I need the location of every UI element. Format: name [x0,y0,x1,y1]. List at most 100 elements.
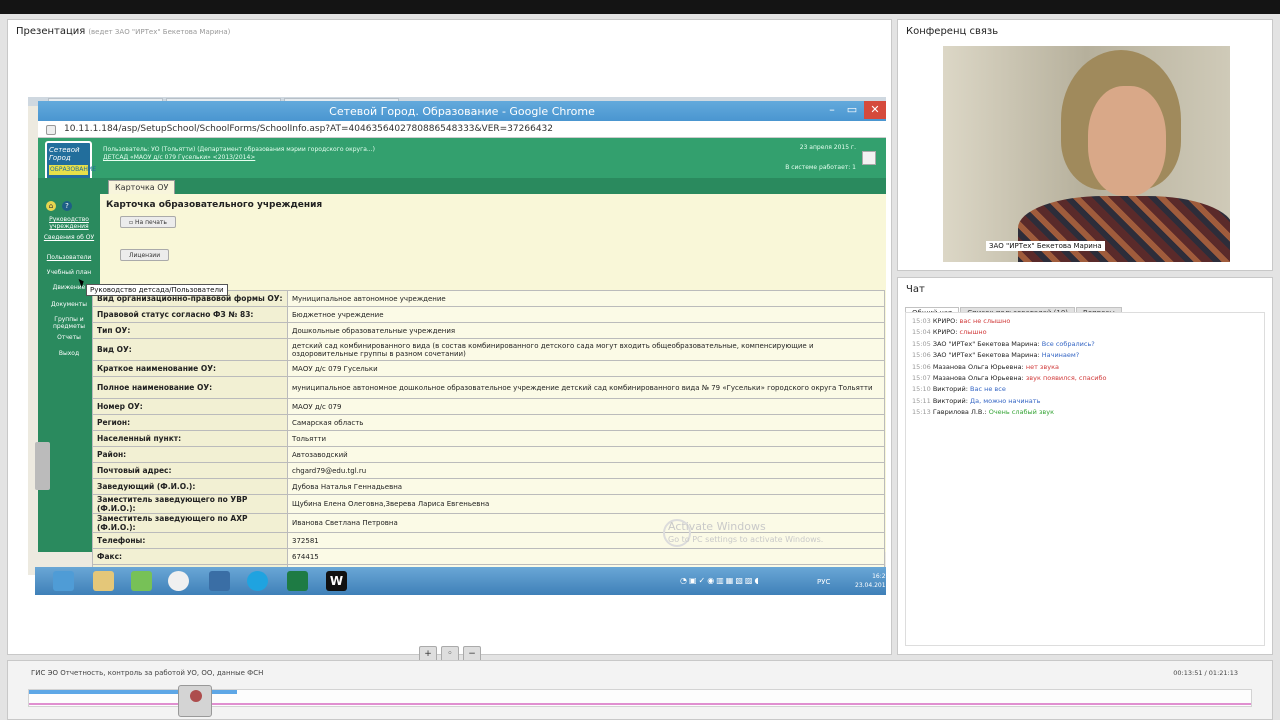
row-value: Тольятти [287,430,885,447]
org-link[interactable]: ДЕТСАД «МАОУ д/с 079 Гусельки» <2013/201… [103,154,255,161]
row-label: Заведующий (Ф.И.О.): [92,478,288,495]
message-time: 15:13 [912,408,931,417]
skype-icon[interactable] [247,571,268,591]
print-button-label: На печать [134,219,167,226]
row-label: Почтовый адрес: [92,462,288,479]
chat-tabs: Общий чатСписок пользователей (10)Вопрос… [905,300,1123,319]
online-count: В системе работает: 1 [785,164,856,171]
word-icon[interactable]: W [326,571,347,591]
chat-message: 15:04 КРИРО: слышно [906,327,1264,338]
clock-date: 23.04.2015 [855,582,890,589]
sidebar-item-management[interactable]: Руководство учреждения [40,216,98,230]
sidebar-item-reports[interactable]: Отчеты [40,334,98,341]
site-header: Сетевой Город ОБРАЗОВАНИЕ Пользователь: … [38,138,886,186]
table-row: Номер ОУ: МАОУ д/с 079 [92,398,885,415]
presentation-title-text: Презентация [16,26,86,37]
row-value: муниципальное автономное дошкольное обра… [287,376,885,399]
chat-message: 15:07 Мазанова Ольга Юрьевна: звук появи… [906,373,1264,384]
print-button[interactable]: ▫ На печать [120,216,176,228]
message-author: ЗАО "ИРТех" Бекетова Марина: [932,351,1040,360]
sidebar-item-documents[interactable]: Документы [40,301,98,308]
folder-icon[interactable] [93,571,114,591]
message-author: Гаврилова Л.В.: [932,408,987,417]
message-time: 15:07 [912,374,931,383]
row-label: Факс: [92,548,288,565]
licenses-button[interactable]: Лицензии [120,249,170,261]
message-text: Все собрались? [1041,339,1095,348]
message-author: Мазанова Ольга Юрьевна: [932,374,1024,383]
chat-message: 15:05 ЗАО "ИРТех" Бекетова Марина: Все с… [906,339,1264,350]
sidebar-item-users[interactable]: Пользователи [40,254,98,261]
tab-school-card[interactable]: Карточка ОУ [108,180,176,194]
sidebar-tooltip: Руководство детсада/Пользователи [86,284,228,296]
window-title: Сетевой Город. Образование - Google Chro… [329,105,595,118]
logo-line2: Город [49,154,71,162]
conference-title: Конференц связь [906,26,999,37]
message-author: Викторий: [932,396,968,405]
collapse-handle[interactable] [35,442,50,490]
row-label: Вид ОУ: [92,338,288,361]
maximize-button[interactable]: ▭ [842,101,862,119]
chat-message: 15:11 Викторий: Да, можно начинать [906,396,1264,407]
address-bar[interactable]: 10.11.1.184/asp/SetupSchool/SchoolForms/… [38,121,886,138]
sidebar-item-curriculum[interactable]: Учебный план [40,269,98,276]
message-text: слышно [959,328,987,337]
message-time: 15:03 [912,317,931,325]
chrome-titlebar: Сетевой Город. Образование - Google Chro… [38,101,886,121]
close-button[interactable]: ✕ [864,101,886,119]
chat-messages[interactable]: 15:03 КРИРО: вас не слышно 15:04 КРИРО: с… [905,312,1265,646]
message-text: Очень слабый звук [988,408,1055,417]
chat-message: 15:06 Мазанова Ольга Юрьевна: нет звука [906,362,1264,373]
watermark-title: Activate Windows [668,520,766,533]
chat-message: 15:13 Гаврилова Л.В.: Очень слабый звук [906,407,1264,418]
top-bar [0,0,1280,14]
language-indicator[interactable]: РУС [817,578,830,586]
star-icon[interactable] [53,571,74,591]
playback-time: 00:13:51 / 01:21:13 [1173,669,1238,677]
row-label: Правовой статус согласно ФЗ № 83: [92,306,288,323]
timeline-markers [29,703,1251,705]
message-author: ЗАО "ИРТех" Бекетова Марина: [932,339,1040,348]
row-value: 674415 [287,548,885,565]
row-label: Регион: [92,414,288,431]
pause-icon[interactable] [190,690,202,702]
row-value: Муниципальное автономное учреждение [287,290,885,307]
presentation-title: Презентация (ведет ЗАО "ИРТех" Бекетова М… [16,26,230,37]
windows-taskbar: W ◔▣✓◉▥▦▧▨◖ РУС 16:22 23.04.2015 [35,567,889,595]
message-text: Начинаем? [1041,351,1080,360]
sidebar-item-info[interactable]: Сведения об ОУ [40,234,98,241]
logo-line1: Сетевой [49,146,80,154]
table-row: Факс: 674415 [92,548,885,565]
network-icon[interactable] [209,571,230,591]
chat-message: 15:06 ЗАО "ИРТех" Бекетова Марина: Начин… [906,350,1264,361]
message-time: 15:04 [912,328,931,337]
zoom-fit-icon: ◦ [447,649,453,659]
taskbar-clock[interactable]: 16:22 23.04.2015 [855,572,889,590]
row-value: Самарская область [287,414,885,431]
sidebar-item-groups[interactable]: Группы и предметы [40,316,98,330]
system-tray-icons[interactable]: ◔▣✓◉▥▦▧▨◖ [680,576,761,585]
excel-icon[interactable] [287,571,308,591]
sidebar-item-exit[interactable]: Выход [40,350,98,357]
message-text: вас не слышно [959,317,1011,325]
favorite-star-icon[interactable] [131,571,152,591]
presentation-panel: Презентация (ведет ЗАО "ИРТех" Бекетова М… [7,19,892,662]
table-row: Населенный пункт: Тольятти [92,430,885,447]
message-author: Мазанова Ольга Юрьевна: [932,362,1024,371]
minimize-button[interactable]: – [822,101,842,119]
row-value: Дошкольные образовательные учреждения [287,322,885,339]
document-icon[interactable] [862,151,876,165]
row-value: МАОУ д/с 079 [287,398,885,415]
zoom-in-icon: + [424,649,432,659]
timeline-scrubber[interactable] [178,685,212,717]
row-value: Дубова Наталья Геннадьевна [287,478,885,495]
chrome-icon[interactable] [168,571,189,591]
user-info: Пользователь: УО (Тольятти) (Департамент… [103,146,375,162]
message-time: 15:11 [912,396,931,405]
home-icon[interactable]: ⌂ [46,201,56,211]
url-text[interactable]: 10.11.1.184/asp/SetupSchool/SchoolForms/… [64,124,553,134]
table-row: Правовой статус согласно ФЗ № 83: Бюджетн… [92,306,885,323]
help-icon[interactable]: ? [62,201,72,211]
table-row: Заведующий (Ф.И.О.): Дубова Наталья Генна… [92,478,885,495]
watermark-subtitle: Go to PC settings to activate Windows. [668,535,824,544]
